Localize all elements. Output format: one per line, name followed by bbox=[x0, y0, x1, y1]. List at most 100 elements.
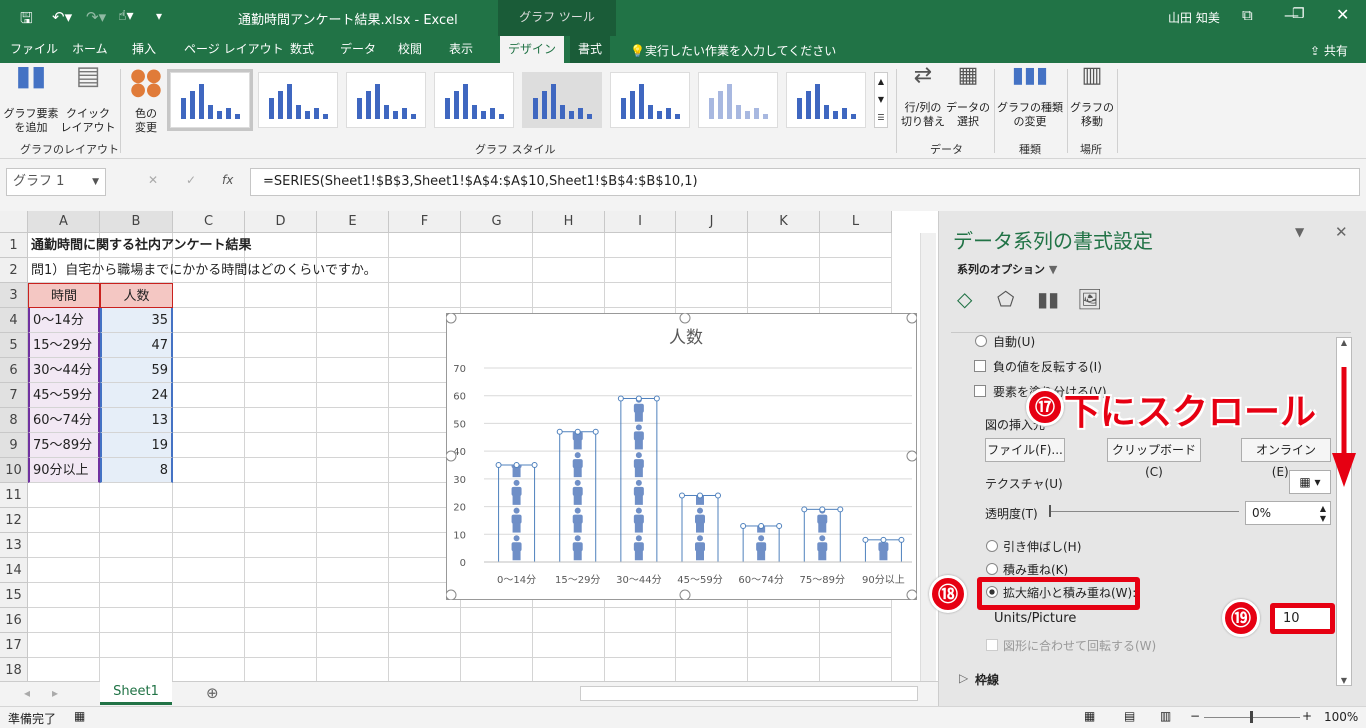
cell-D10[interactable] bbox=[245, 458, 317, 483]
expand-icon[interactable]: ▷ bbox=[959, 671, 968, 685]
chart-style-4[interactable] bbox=[434, 72, 514, 128]
insert-function-icon[interactable]: fx bbox=[222, 173, 233, 187]
name-box[interactable]: グラフ 1 ▼ bbox=[6, 168, 106, 196]
auto-radio[interactable] bbox=[975, 335, 987, 347]
cell-E14[interactable] bbox=[317, 558, 389, 583]
cell-C18[interactable] bbox=[173, 658, 245, 681]
tab-6[interactable]: 校閲 bbox=[390, 36, 430, 63]
row-header-13[interactable]: 13 bbox=[0, 533, 28, 558]
chart-style-5[interactable] bbox=[522, 72, 602, 128]
zoom-out-icon[interactable]: − bbox=[1190, 709, 1200, 723]
cell-J2[interactable] bbox=[676, 258, 748, 283]
cell-K3[interactable] bbox=[748, 283, 820, 308]
cell-A18[interactable] bbox=[28, 658, 100, 681]
column-header-I[interactable]: I bbox=[605, 211, 676, 233]
resize-handle[interactable] bbox=[446, 589, 457, 600]
transparency-slider[interactable] bbox=[1049, 511, 1239, 512]
cell-B13[interactable] bbox=[100, 533, 173, 558]
row-header-18[interactable]: 18 bbox=[0, 658, 28, 681]
cell-J16[interactable] bbox=[676, 608, 748, 633]
column-header-K[interactable]: K bbox=[748, 211, 820, 233]
tab-3[interactable]: ページ レイアウト bbox=[176, 36, 292, 63]
cell-B15[interactable] bbox=[100, 583, 173, 608]
count-cell[interactable]: 47 bbox=[100, 333, 173, 358]
cell-D3[interactable] bbox=[245, 283, 317, 308]
rotate-with-shape-checkbox[interactable] bbox=[986, 639, 998, 651]
cell-B18[interactable] bbox=[100, 658, 173, 681]
count-cell[interactable]: 8 bbox=[100, 458, 173, 483]
cell-L2[interactable] bbox=[820, 258, 892, 283]
time-cell[interactable]: 60〜74分 bbox=[28, 408, 100, 433]
zoom-level[interactable]: 100% bbox=[1324, 710, 1358, 724]
cancel-icon[interactable]: ✕ bbox=[148, 173, 158, 187]
stack-and-scale-radio[interactable] bbox=[986, 586, 998, 598]
chart-style-3[interactable] bbox=[346, 72, 426, 128]
tab-9[interactable]: 書式 bbox=[570, 36, 611, 63]
cell-E6[interactable] bbox=[317, 358, 389, 383]
cell-D13[interactable] bbox=[245, 533, 317, 558]
cell-F3[interactable] bbox=[389, 283, 461, 308]
normal-view-icon[interactable]: ▦ bbox=[1084, 709, 1095, 723]
cell-H2[interactable] bbox=[533, 258, 605, 283]
cell-I1[interactable] bbox=[605, 233, 676, 258]
cell-B16[interactable] bbox=[100, 608, 173, 633]
clipboard-button[interactable]: クリップボード(C) bbox=[1107, 438, 1201, 479]
cell-E12[interactable] bbox=[317, 508, 389, 533]
macro-record-icon[interactable]: ▦ bbox=[74, 709, 85, 723]
time-cell[interactable]: 75〜89分 bbox=[28, 433, 100, 458]
column-header-J[interactable]: J bbox=[676, 211, 748, 233]
row-header-16[interactable]: 16 bbox=[0, 608, 28, 633]
cell-G1[interactable] bbox=[461, 233, 533, 258]
cell-F1[interactable] bbox=[389, 233, 461, 258]
cell-L18[interactable] bbox=[820, 658, 892, 681]
chart-style-1[interactable] bbox=[167, 69, 253, 131]
cell-C5[interactable] bbox=[173, 333, 245, 358]
cell-I16[interactable] bbox=[605, 608, 676, 633]
chart-style-2[interactable] bbox=[258, 72, 338, 128]
count-cell[interactable]: 13 bbox=[100, 408, 173, 433]
scroll-up-icon[interactable]: ▲ bbox=[1337, 338, 1351, 347]
cell-C7[interactable] bbox=[173, 383, 245, 408]
next-sheet-icon[interactable]: ▸ bbox=[52, 686, 58, 700]
row-header-7[interactable]: 7 bbox=[0, 383, 28, 408]
cell-H18[interactable] bbox=[533, 658, 605, 681]
cell-C12[interactable] bbox=[173, 508, 245, 533]
tab-2[interactable]: 挿入 bbox=[124, 36, 164, 63]
row-header-4[interactable]: 4 bbox=[0, 308, 28, 333]
zoom-slider-thumb[interactable] bbox=[1250, 711, 1253, 723]
cell-D5[interactable] bbox=[245, 333, 317, 358]
time-cell[interactable]: 15〜29分 bbox=[28, 333, 100, 358]
resize-handle[interactable] bbox=[446, 450, 457, 462]
cell-E13[interactable] bbox=[317, 533, 389, 558]
cell-A17[interactable] bbox=[28, 633, 100, 658]
cell-J17[interactable] bbox=[676, 633, 748, 658]
row-header-15[interactable]: 15 bbox=[0, 583, 28, 608]
cell-C17[interactable] bbox=[173, 633, 245, 658]
cell-D4[interactable] bbox=[245, 308, 317, 333]
spinner-icon[interactable]: ▲ ▼ bbox=[1320, 504, 1326, 524]
zoom-in-icon[interactable]: + bbox=[1302, 709, 1312, 723]
effects-icon[interactable]: ⬠ bbox=[997, 287, 1014, 311]
cell-B11[interactable] bbox=[100, 483, 173, 508]
cell-D16[interactable] bbox=[245, 608, 317, 633]
tab-5[interactable]: データ bbox=[332, 36, 384, 63]
column-header-L[interactable]: L bbox=[820, 211, 892, 233]
resize-handle[interactable] bbox=[906, 313, 917, 324]
cell-A16[interactable] bbox=[28, 608, 100, 633]
resize-handle[interactable] bbox=[906, 450, 917, 462]
cell-L3[interactable] bbox=[820, 283, 892, 308]
scroll-down-icon[interactable]: ▼ bbox=[1337, 676, 1351, 685]
cell-E18[interactable] bbox=[317, 658, 389, 681]
touch-mode-icon[interactable]: ☝▾ bbox=[118, 8, 134, 24]
invert-negative-checkbox[interactable] bbox=[974, 360, 986, 372]
cell-A15[interactable] bbox=[28, 583, 100, 608]
row-header-17[interactable]: 17 bbox=[0, 633, 28, 658]
column-header-G[interactable]: G bbox=[461, 211, 533, 233]
add-sheet-icon[interactable]: ⊕ bbox=[206, 684, 219, 702]
cell-J3[interactable] bbox=[676, 283, 748, 308]
row-header-1[interactable]: 1 bbox=[0, 233, 28, 258]
horizontal-scrollbar[interactable] bbox=[580, 686, 918, 701]
cell-F16[interactable] bbox=[389, 608, 461, 633]
page-layout-view-icon[interactable]: ▤ bbox=[1124, 709, 1135, 723]
header-count[interactable]: 人数 bbox=[100, 283, 173, 308]
